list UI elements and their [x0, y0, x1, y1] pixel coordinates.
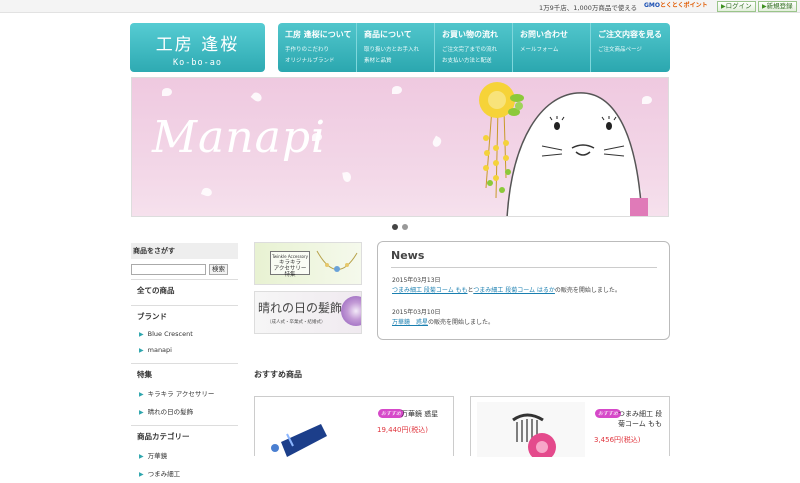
petal-decoration [431, 135, 443, 149]
necklace-illustration [316, 250, 358, 272]
recommended-heading: おすすめ商品 [254, 370, 302, 379]
accessory-feature-banner[interactable]: Twinkle Accessory キラキラ アクセサリー特集 [254, 242, 362, 285]
nav-sub-link[interactable]: ご注文商品ページ [598, 45, 670, 53]
brand-item[interactable]: ▶ Blue Crescent [131, 327, 238, 343]
nav-contact[interactable]: お問い合わせ メールフォーム [512, 23, 590, 72]
nav-order[interactable]: ご注文内容を見る ご注文商品ページ [590, 23, 670, 72]
news-date: 2015年03月13日 [392, 277, 441, 284]
login-label: ログイン [725, 2, 752, 10]
feature-label: キラキラ アクセサリー [147, 390, 215, 398]
all-items-link[interactable]: 全ての商品 [131, 279, 238, 301]
sidebar: 商品をさがす 検索 全ての商品 ブランド ▶ Blue Crescent ▶ man… [131, 243, 238, 483]
feature-item[interactable]: ▶ 晴れの日の髪飾 [131, 403, 238, 421]
slider-dot[interactable] [402, 224, 408, 230]
news-item: つまみ細工 段菊コーム ももとつまみ細工 段菊コーム はるかの販売を開始しました… [392, 285, 621, 294]
gmo-service: とくとくポイント [660, 2, 708, 9]
nav-sub-link[interactable]: ご注文完了までの流れ [442, 45, 512, 53]
product-name[interactable]: つまみ細工 段菊コーム もも [618, 409, 668, 429]
news-text: の販売を開始しました。 [428, 319, 495, 326]
petal-decoration [392, 86, 402, 94]
nav-about[interactable]: 工房 逢桜について 手作りのこだわり オリジナルブランド [278, 23, 356, 72]
news-product-link[interactable]: 万華鏡 惑星 [392, 319, 428, 326]
news-text: の販売を開始しました。 [554, 287, 621, 294]
search-row: 検索 [131, 264, 238, 275]
news-panel: News 2015年03月13日 つまみ細工 段菊コーム ももとつまみ細工 段菊… [377, 241, 670, 340]
banner-subtitle: （成人式・卒業式・結婚式） [267, 320, 326, 325]
category-label: つまみ細工 [147, 470, 181, 478]
arrow-right-icon: ▶ [139, 331, 144, 338]
search-title: 商品をさがす [131, 243, 238, 259]
site-logo[interactable]: 工房 逢桜 Ko-bo-ao [130, 23, 265, 72]
arrow-right-icon: ▶ [139, 409, 144, 416]
nav-sub-link[interactable]: オリジナルブランド [285, 56, 356, 64]
arrow-right-icon: ▶ [139, 347, 144, 354]
news-product-link[interactable]: つまみ細工 段菊コーム もも [392, 287, 468, 294]
gmo-point-logo[interactable]: GMOとくとくポイント [644, 1, 712, 11]
brand-heading: ブランド [131, 305, 238, 327]
feature-item[interactable]: ▶ キラキラ アクセサリー [131, 385, 238, 403]
nav-shopping-flow[interactable]: お買い物の流れ ご注文完了までの流れ お支払い方法と配送 [434, 23, 512, 72]
product-card[interactable]: おすすめ つまみ細工 段菊コーム もも 3,456円(税込) [470, 396, 670, 457]
gmo-brand: GMO [644, 2, 660, 9]
news-item: 万華鏡 惑星の販売を開始しました。 [392, 317, 494, 326]
flower-illustration [341, 296, 361, 326]
category-label: 万華鏡 [147, 452, 168, 460]
kaleidoscope-image [261, 402, 369, 457]
hair-ornament-banner[interactable]: 晴れの日の髪飾り （成人式・卒業式・結婚式） [254, 291, 362, 334]
nav-title[interactable]: お買い物の流れ [442, 29, 512, 40]
nav-sub-link[interactable]: 取り扱い方とお手入れ [364, 45, 434, 53]
banner-title: 晴れの日の髪飾り [258, 301, 355, 315]
arrow-right-icon: ▶ [139, 391, 144, 398]
petal-decoration [250, 90, 264, 104]
product-card[interactable]: おすすめ 万華鏡 惑星 19,440円(税込) [254, 396, 454, 457]
petal-decoration [162, 88, 172, 96]
brand-item[interactable]: ▶ manapi [131, 343, 238, 359]
top-bar: 1万9千店、1,000万商品で使える GMOとくとくポイント ▶ログイン ▶新規… [0, 0, 800, 13]
petal-decoration [200, 186, 214, 198]
arrow-right-icon: ▶ [139, 453, 144, 460]
petal-decoration [342, 171, 352, 183]
brand-label: manapi [147, 346, 172, 354]
news-date: 2015年03月10日 [392, 309, 441, 316]
category-item[interactable]: ▶ つまみ細工 [131, 465, 238, 483]
global-nav: 工房 逢桜について 手作りのこだわり オリジナルブランド 商品について 取り扱い… [278, 23, 670, 72]
register-label: 新規登録 [766, 2, 793, 10]
banner-jp-text-2: アクセサリー特集 [273, 266, 307, 278]
category-heading: 商品カテゴリー [131, 425, 238, 447]
news-product-link[interactable]: つまみ細工 段菊コーム はるか [473, 287, 555, 294]
nav-sub-link[interactable]: メールフォーム [520, 45, 590, 53]
register-button[interactable]: ▶新規登録 [758, 1, 797, 12]
login-button[interactable]: ▶ログイン [717, 1, 756, 12]
nav-title[interactable]: 工房 逢桜について [285, 29, 356, 40]
news-divider [391, 267, 657, 268]
nav-title[interactable]: 商品について [364, 29, 434, 40]
logo-jp: 工房 逢桜 [155, 35, 240, 55]
search-button[interactable]: 検索 [209, 264, 228, 275]
product-price: 3,456円(税込) [594, 436, 641, 444]
slider-dot[interactable] [392, 224, 398, 230]
seal-mascot-illustration [479, 82, 648, 216]
brand-label: Blue Crescent [147, 330, 193, 338]
hero-title: Manapi [152, 112, 327, 163]
kanzashi-comb-image [477, 402, 585, 457]
feature-heading: 特集 [131, 363, 238, 385]
feature-label: 晴れの日の髪飾 [147, 408, 194, 416]
nav-title[interactable]: お問い合わせ [520, 29, 590, 40]
nav-sub-link[interactable]: お支払い方法と配送 [442, 56, 512, 64]
logo-en: Ko-bo-ao [173, 58, 222, 68]
nav-products[interactable]: 商品について 取り扱い方とお手入れ 素材と品質 [356, 23, 434, 72]
nav-sub-link[interactable]: 手作りのこだわり [285, 45, 356, 53]
arrow-right-icon: ▶ [139, 471, 144, 478]
tagline: 1万9千店、1,000万商品で使える [539, 4, 638, 12]
hero-slider[interactable]: Manapi [131, 77, 669, 217]
product-name[interactable]: 万華鏡 惑星 [401, 409, 451, 419]
product-price: 19,440円(税込) [377, 426, 428, 434]
nav-sub-link[interactable]: 素材と品質 [364, 56, 434, 64]
news-title: News [391, 249, 425, 262]
slider-dots [392, 223, 412, 232]
banner-caption-box: Twinkle Accessory キラキラ アクセサリー特集 [270, 251, 310, 278]
nav-title[interactable]: ご注文内容を見る [598, 29, 670, 40]
search-input[interactable] [131, 264, 206, 275]
